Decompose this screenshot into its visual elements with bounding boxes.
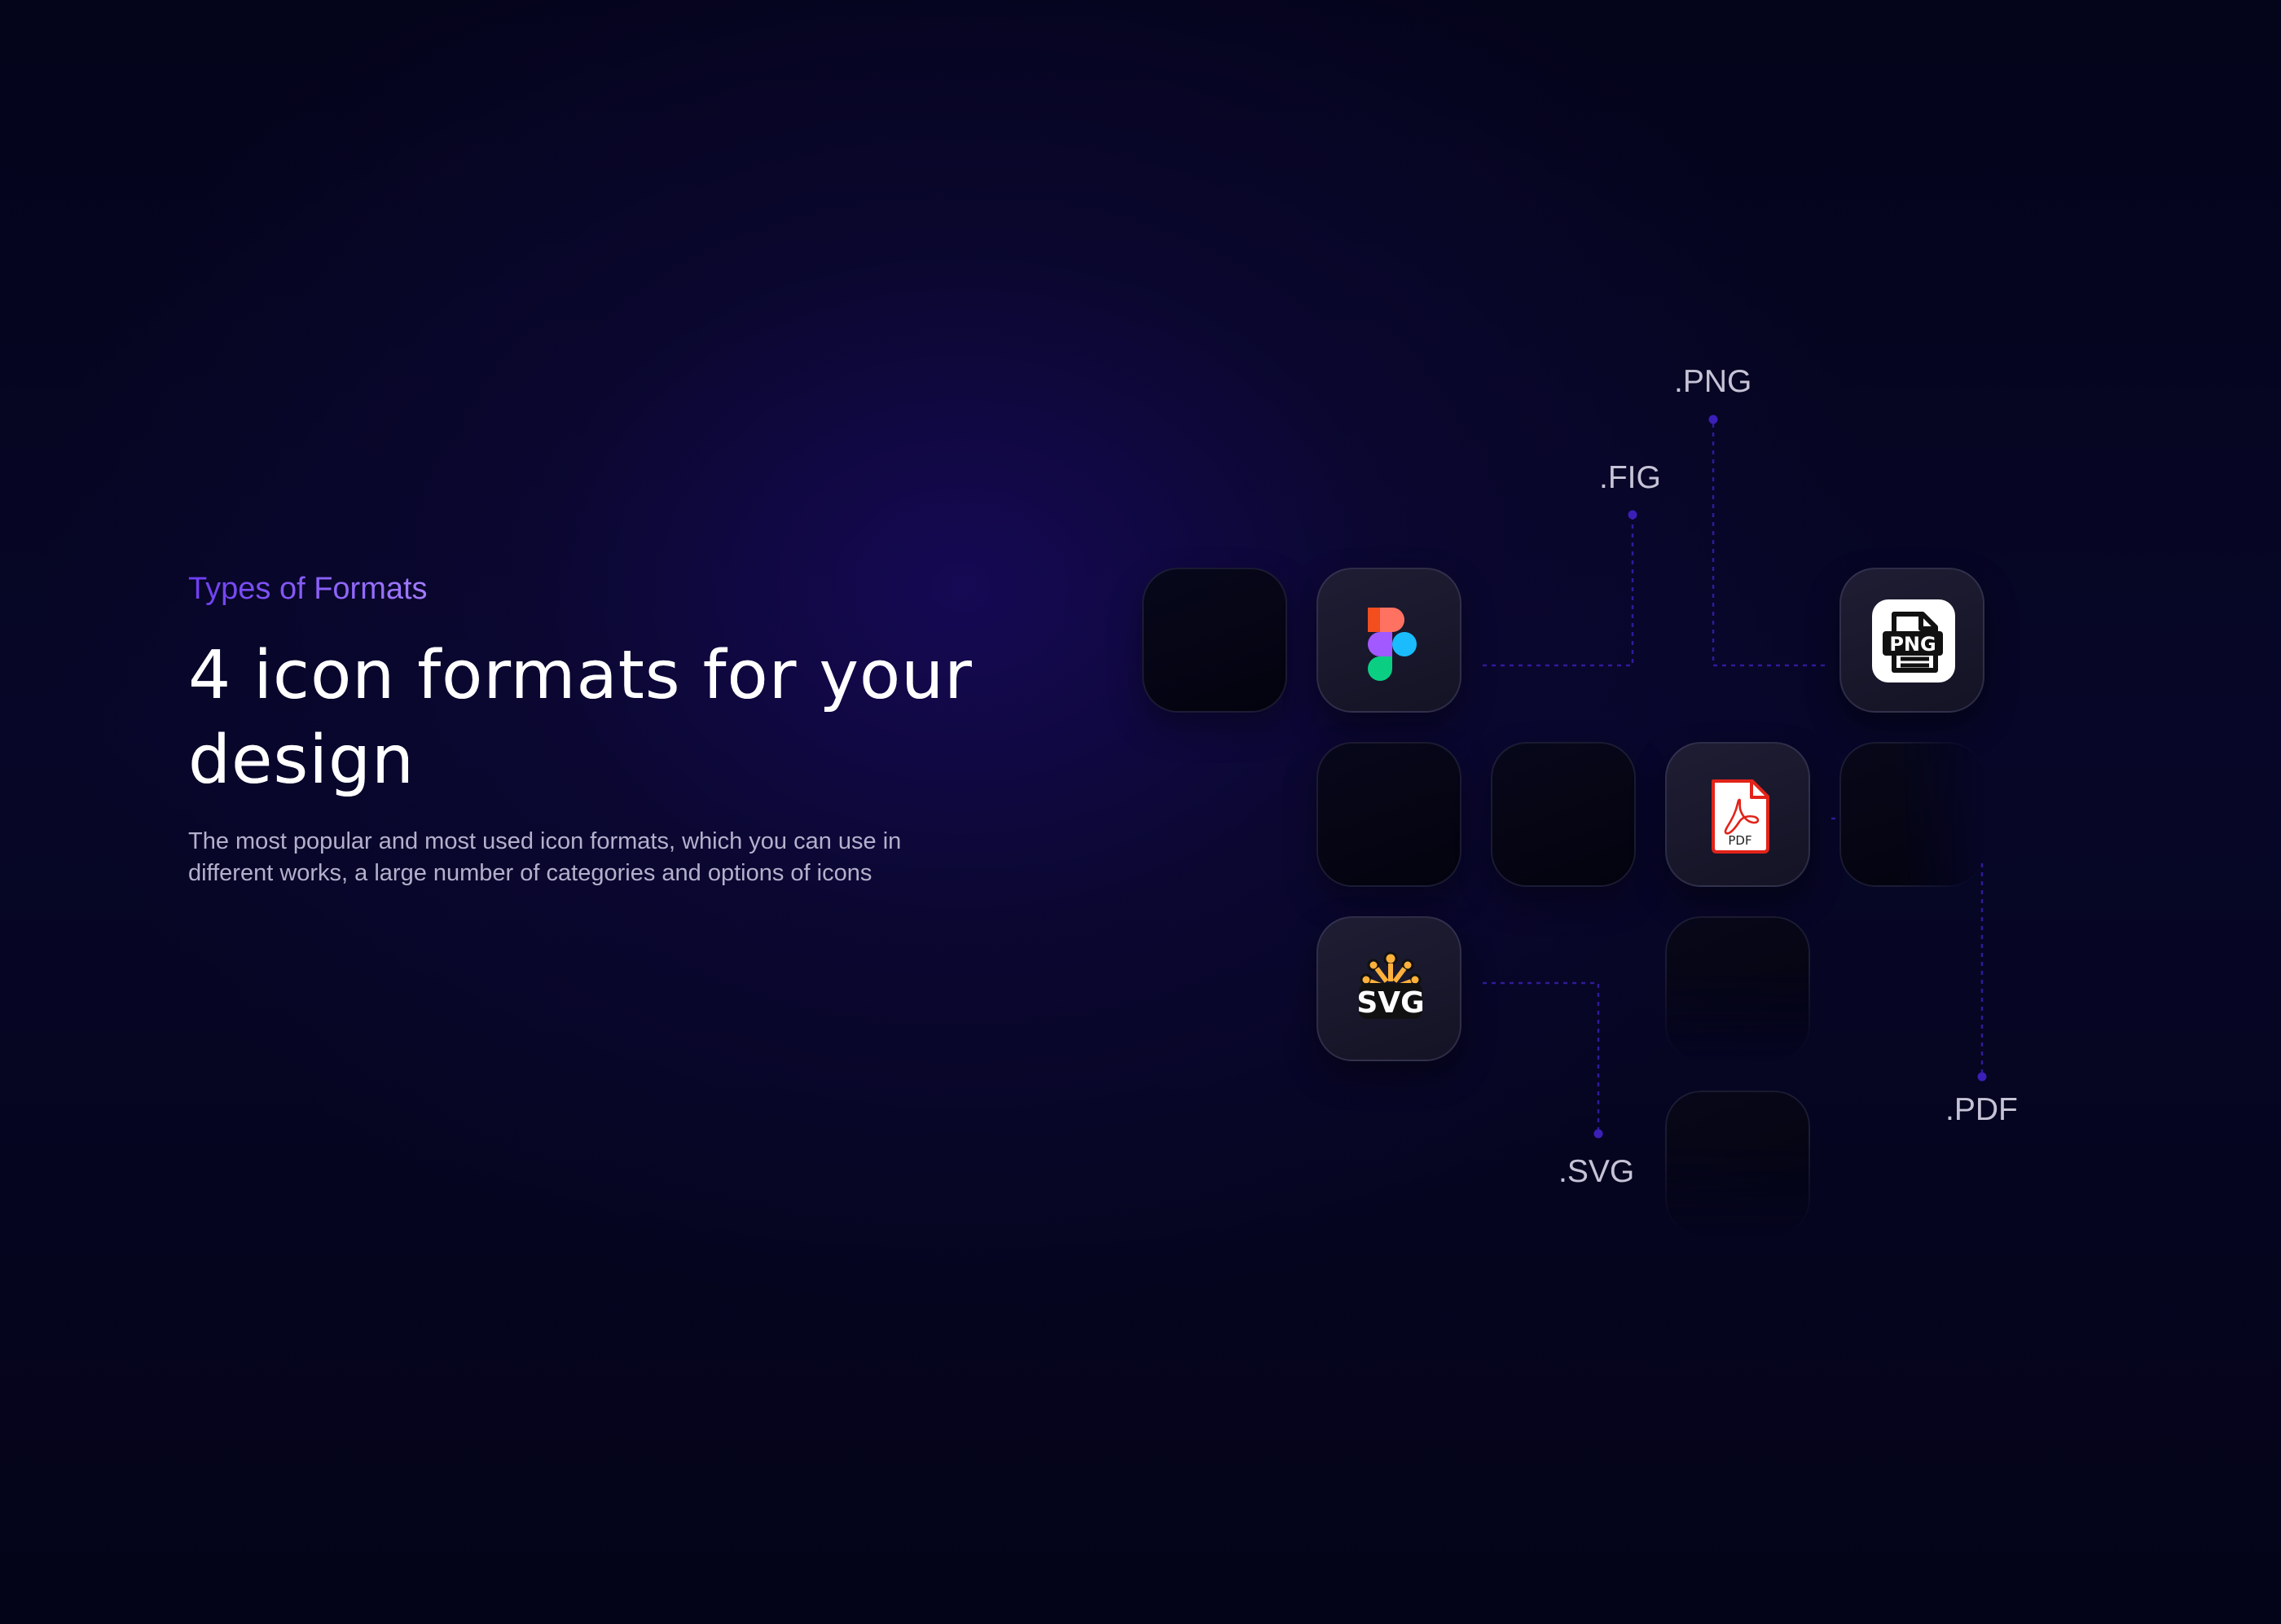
- svg-connector: [1483, 981, 1600, 1132]
- png-connector: [1712, 419, 1825, 667]
- svg-logo-icon: SVG: [1356, 951, 1425, 1020]
- empty-tile: [1316, 742, 1461, 887]
- png-format-label: .PNG: [1674, 364, 1752, 399]
- empty-tile: [1839, 742, 1984, 887]
- pdf-connector-dot: [1977, 1072, 1987, 1082]
- fig-connector: [1483, 515, 1634, 667]
- svg-badge-text: SVG: [1356, 986, 1424, 1020]
- svg-tile[interactable]: SVG: [1316, 916, 1461, 1061]
- fig-connector-dot: [1628, 510, 1637, 520]
- pdf-format-label: .PDF: [1945, 1092, 2018, 1127]
- pdf-badge-text: PDF: [1728, 833, 1751, 848]
- empty-tile: [1491, 742, 1636, 887]
- empty-tile: [1665, 916, 1810, 1061]
- png-file-icon: PNG: [1872, 599, 1955, 683]
- svg-connector-dot: [1593, 1129, 1603, 1139]
- pdf-file-icon: PDF: [1712, 779, 1769, 854]
- svg-format-label: .SVG: [1558, 1154, 1635, 1189]
- pdf-tile[interactable]: PDF: [1665, 742, 1810, 887]
- empty-tile: [1142, 568, 1287, 713]
- png-tile[interactable]: PNG: [1839, 568, 1984, 713]
- figma-icon: [1368, 608, 1417, 681]
- png-connector-dot: [1708, 415, 1718, 424]
- fig-format-label: .FIG: [1599, 460, 1661, 495]
- figma-tile[interactable]: [1316, 568, 1461, 713]
- empty-tile: [1665, 1091, 1810, 1236]
- png-badge-text: PNG: [1889, 633, 1936, 656]
